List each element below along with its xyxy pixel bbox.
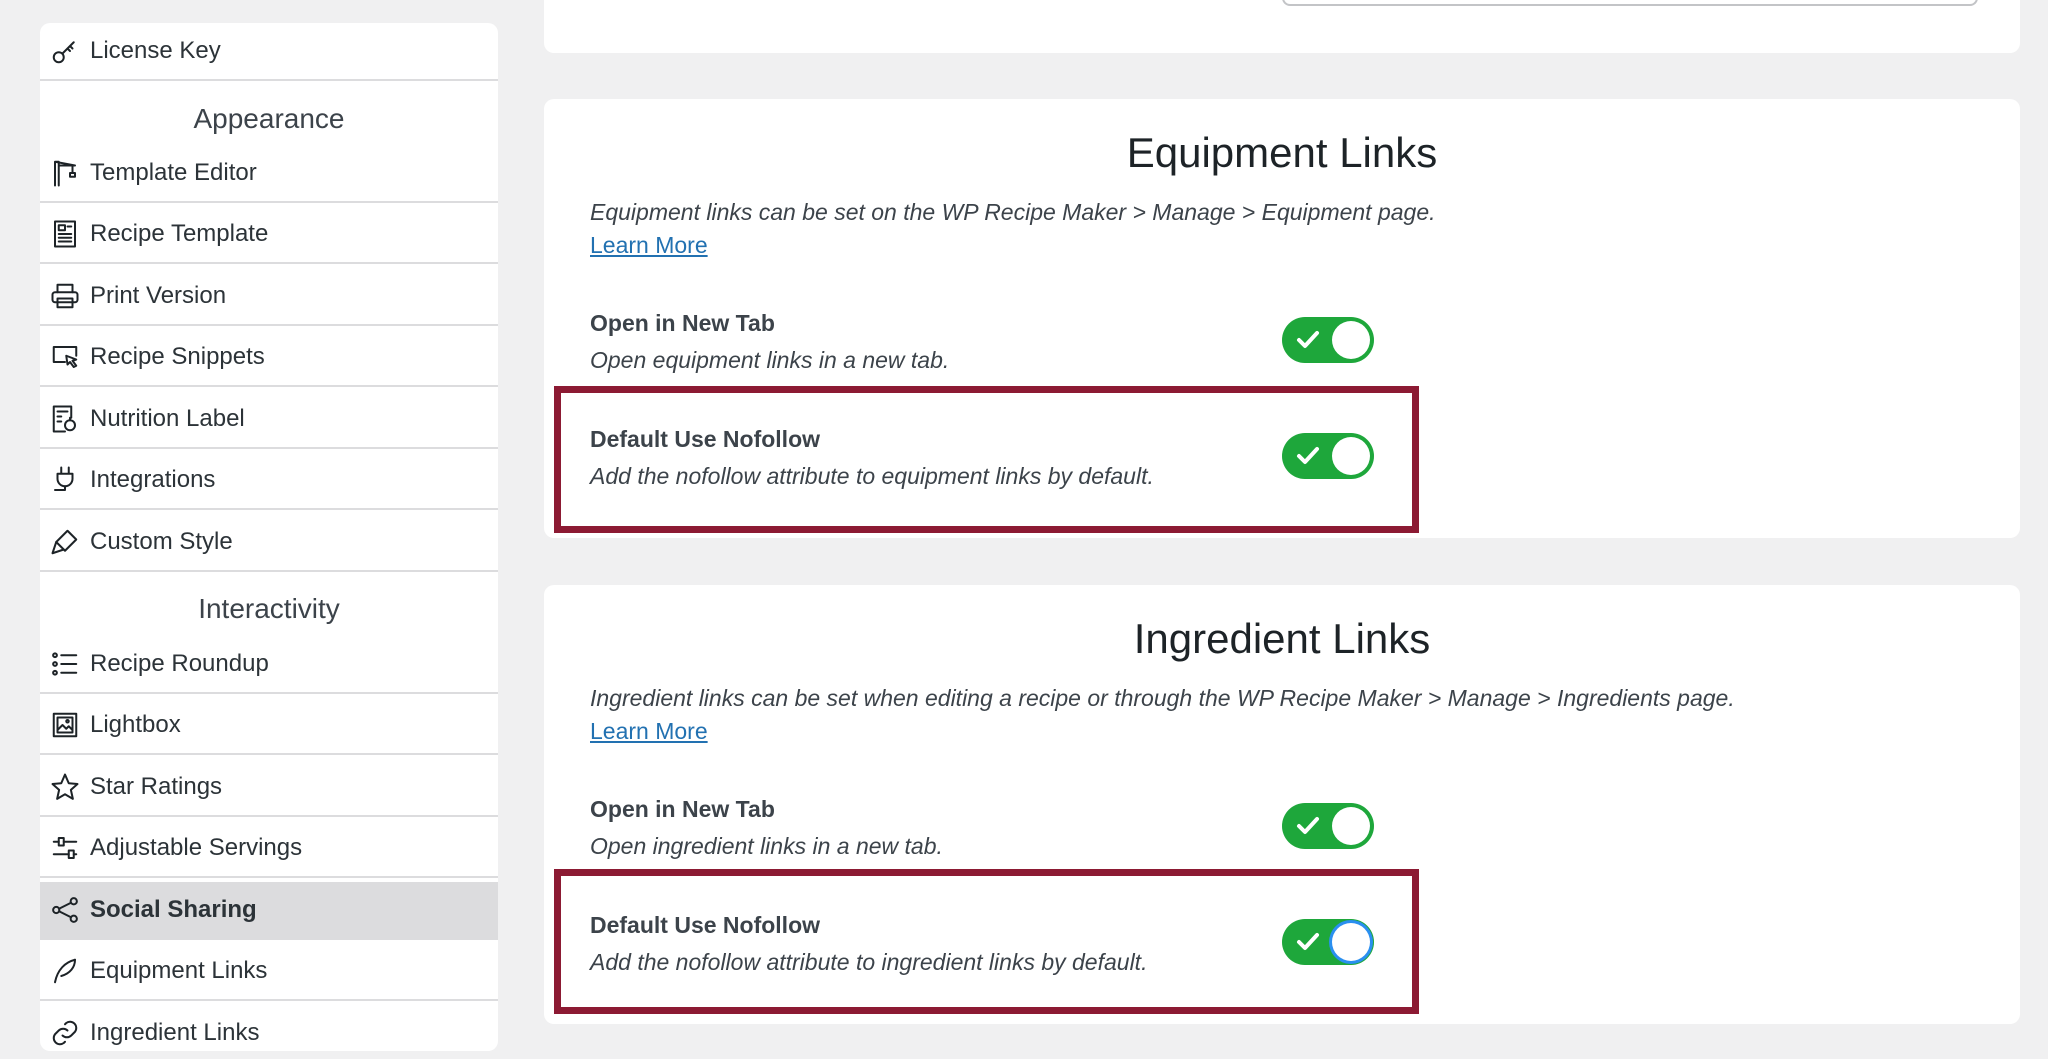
sidebar-item-label: Recipe Template [90, 220, 269, 247]
sidebar-item-label: Print Version [90, 282, 227, 309]
sidebar-item-label: Equipment Links [90, 957, 268, 984]
sidebar-item-custom-style[interactable]: Custom Style [40, 514, 498, 572]
list-icon [50, 649, 90, 679]
cursor-window-icon [50, 342, 90, 372]
printer-icon [50, 281, 90, 311]
sidebar-item-nutrition-label[interactable]: Nutrition Label [40, 391, 498, 449]
toggle-knob [1332, 321, 1370, 359]
ingredient-nofollow-toggle[interactable] [1282, 919, 1374, 965]
star-icon [50, 772, 90, 802]
sidebar-item-label: License Key [90, 37, 221, 64]
sidebar-item-license-key[interactable]: License Key [40, 23, 498, 81]
ingredient-new-tab-description: Open ingredient links in a new tab. [590, 833, 943, 859]
settings-sidebar: License Key Appearance Template Editor R… [40, 23, 498, 1051]
ingredient-links-title: Ingredient Links [1133, 615, 1431, 662]
share-icon [50, 895, 90, 925]
sidebar-item-label: Recipe Snippets [90, 343, 265, 370]
ingredient-nofollow-title: Default Use Nofollow [590, 912, 821, 938]
sliders-icon [50, 833, 90, 863]
sidebar-item-ingredient-links[interactable]: Ingredient Links [40, 1004, 498, 1051]
section-heading-appearance: Appearance [193, 103, 345, 134]
toggle-knob [1332, 923, 1370, 961]
previous-settings-card [544, 0, 2020, 53]
sidebar-item-label: Social Sharing [90, 896, 257, 923]
sidebar-item-social-sharing[interactable]: Social Sharing [40, 882, 498, 940]
document-icon [50, 219, 90, 249]
ingredient-learn-more-link[interactable]: Learn More [590, 718, 708, 745]
equipment-nofollow-title: Default Use Nofollow [590, 426, 821, 452]
image-icon [50, 710, 90, 740]
ingredient-nofollow-description: Add the nofollow attribute to ingredient… [590, 949, 1148, 975]
equipment-links-title: Equipment Links [1126, 129, 1438, 176]
sidebar-item-label: Template Editor [90, 159, 257, 186]
nutrition-icon [50, 404, 90, 434]
sidebar-item-template-editor[interactable]: Template Editor [40, 145, 498, 203]
equipment-nofollow-toggle[interactable] [1282, 433, 1374, 479]
ingredient-links-description: Ingredient links can be set when editing… [590, 685, 1735, 711]
sidebar-item-adjustable-servings[interactable]: Adjustable Servings [40, 820, 498, 878]
toggle-knob [1332, 807, 1370, 845]
brush-icon [50, 527, 90, 557]
text-input[interactable] [1282, 0, 1978, 6]
ingredient-links-card: Ingredient Links Ingredient links can be… [544, 585, 2020, 1024]
sidebar-item-label: Nutrition Label [90, 405, 245, 432]
equipment-new-tab-description: Open equipment links in a new tab. [590, 347, 950, 373]
checkmark-icon [1297, 933, 1319, 950]
sidebar-item-label: Star Ratings [90, 773, 223, 800]
plug-icon [50, 465, 90, 495]
checkmark-icon [1297, 447, 1319, 464]
section-heading-interactivity: Interactivity [198, 593, 340, 624]
equipment-nofollow-description: Add the nofollow attribute to equipment … [590, 463, 1154, 489]
checkmark-icon [1297, 817, 1319, 834]
sidebar-item-label: Recipe Roundup [90, 650, 269, 677]
sidebar-item-integrations[interactable]: Integrations [40, 452, 498, 510]
sidebar-item-equipment-links[interactable]: Equipment Links [40, 943, 498, 1001]
equipment-new-tab-title: Open in New Tab [590, 310, 775, 336]
sidebar-item-label: Ingredient Links [90, 1019, 260, 1046]
key-icon [50, 36, 90, 66]
sidebar-item-star-ratings[interactable]: Star Ratings [40, 759, 498, 817]
equipment-links-description: Equipment links can be set on the WP Rec… [590, 199, 1436, 225]
sidebar-item-label: Integrations [90, 466, 216, 493]
ingredient-new-tab-title: Open in New Tab [590, 796, 775, 822]
ingredient-new-tab-toggle[interactable] [1282, 803, 1374, 849]
feather-icon [50, 956, 90, 986]
sidebar-item-label: Lightbox [90, 711, 181, 738]
sidebar-item-recipe-template[interactable]: Recipe Template [40, 206, 498, 264]
sidebar-item-lightbox[interactable]: Lightbox [40, 697, 498, 755]
equipment-learn-more-link[interactable]: Learn More [590, 232, 708, 259]
sidebar-item-label: Adjustable Servings [90, 834, 303, 861]
sidebar-item-recipe-roundup[interactable]: Recipe Roundup [40, 636, 498, 694]
toggle-knob [1332, 437, 1370, 475]
equipment-new-tab-toggle[interactable] [1282, 317, 1374, 363]
crane-icon [50, 158, 90, 188]
sidebar-item-print-version[interactable]: Print Version [40, 268, 498, 326]
checkmark-icon [1297, 331, 1319, 348]
sidebar-item-recipe-snippets[interactable]: Recipe Snippets [40, 329, 498, 387]
sidebar-item-label: Custom Style [90, 528, 233, 555]
equipment-links-card: Equipment Links Equipment links can be s… [544, 99, 2020, 538]
link-icon [50, 1018, 90, 1048]
